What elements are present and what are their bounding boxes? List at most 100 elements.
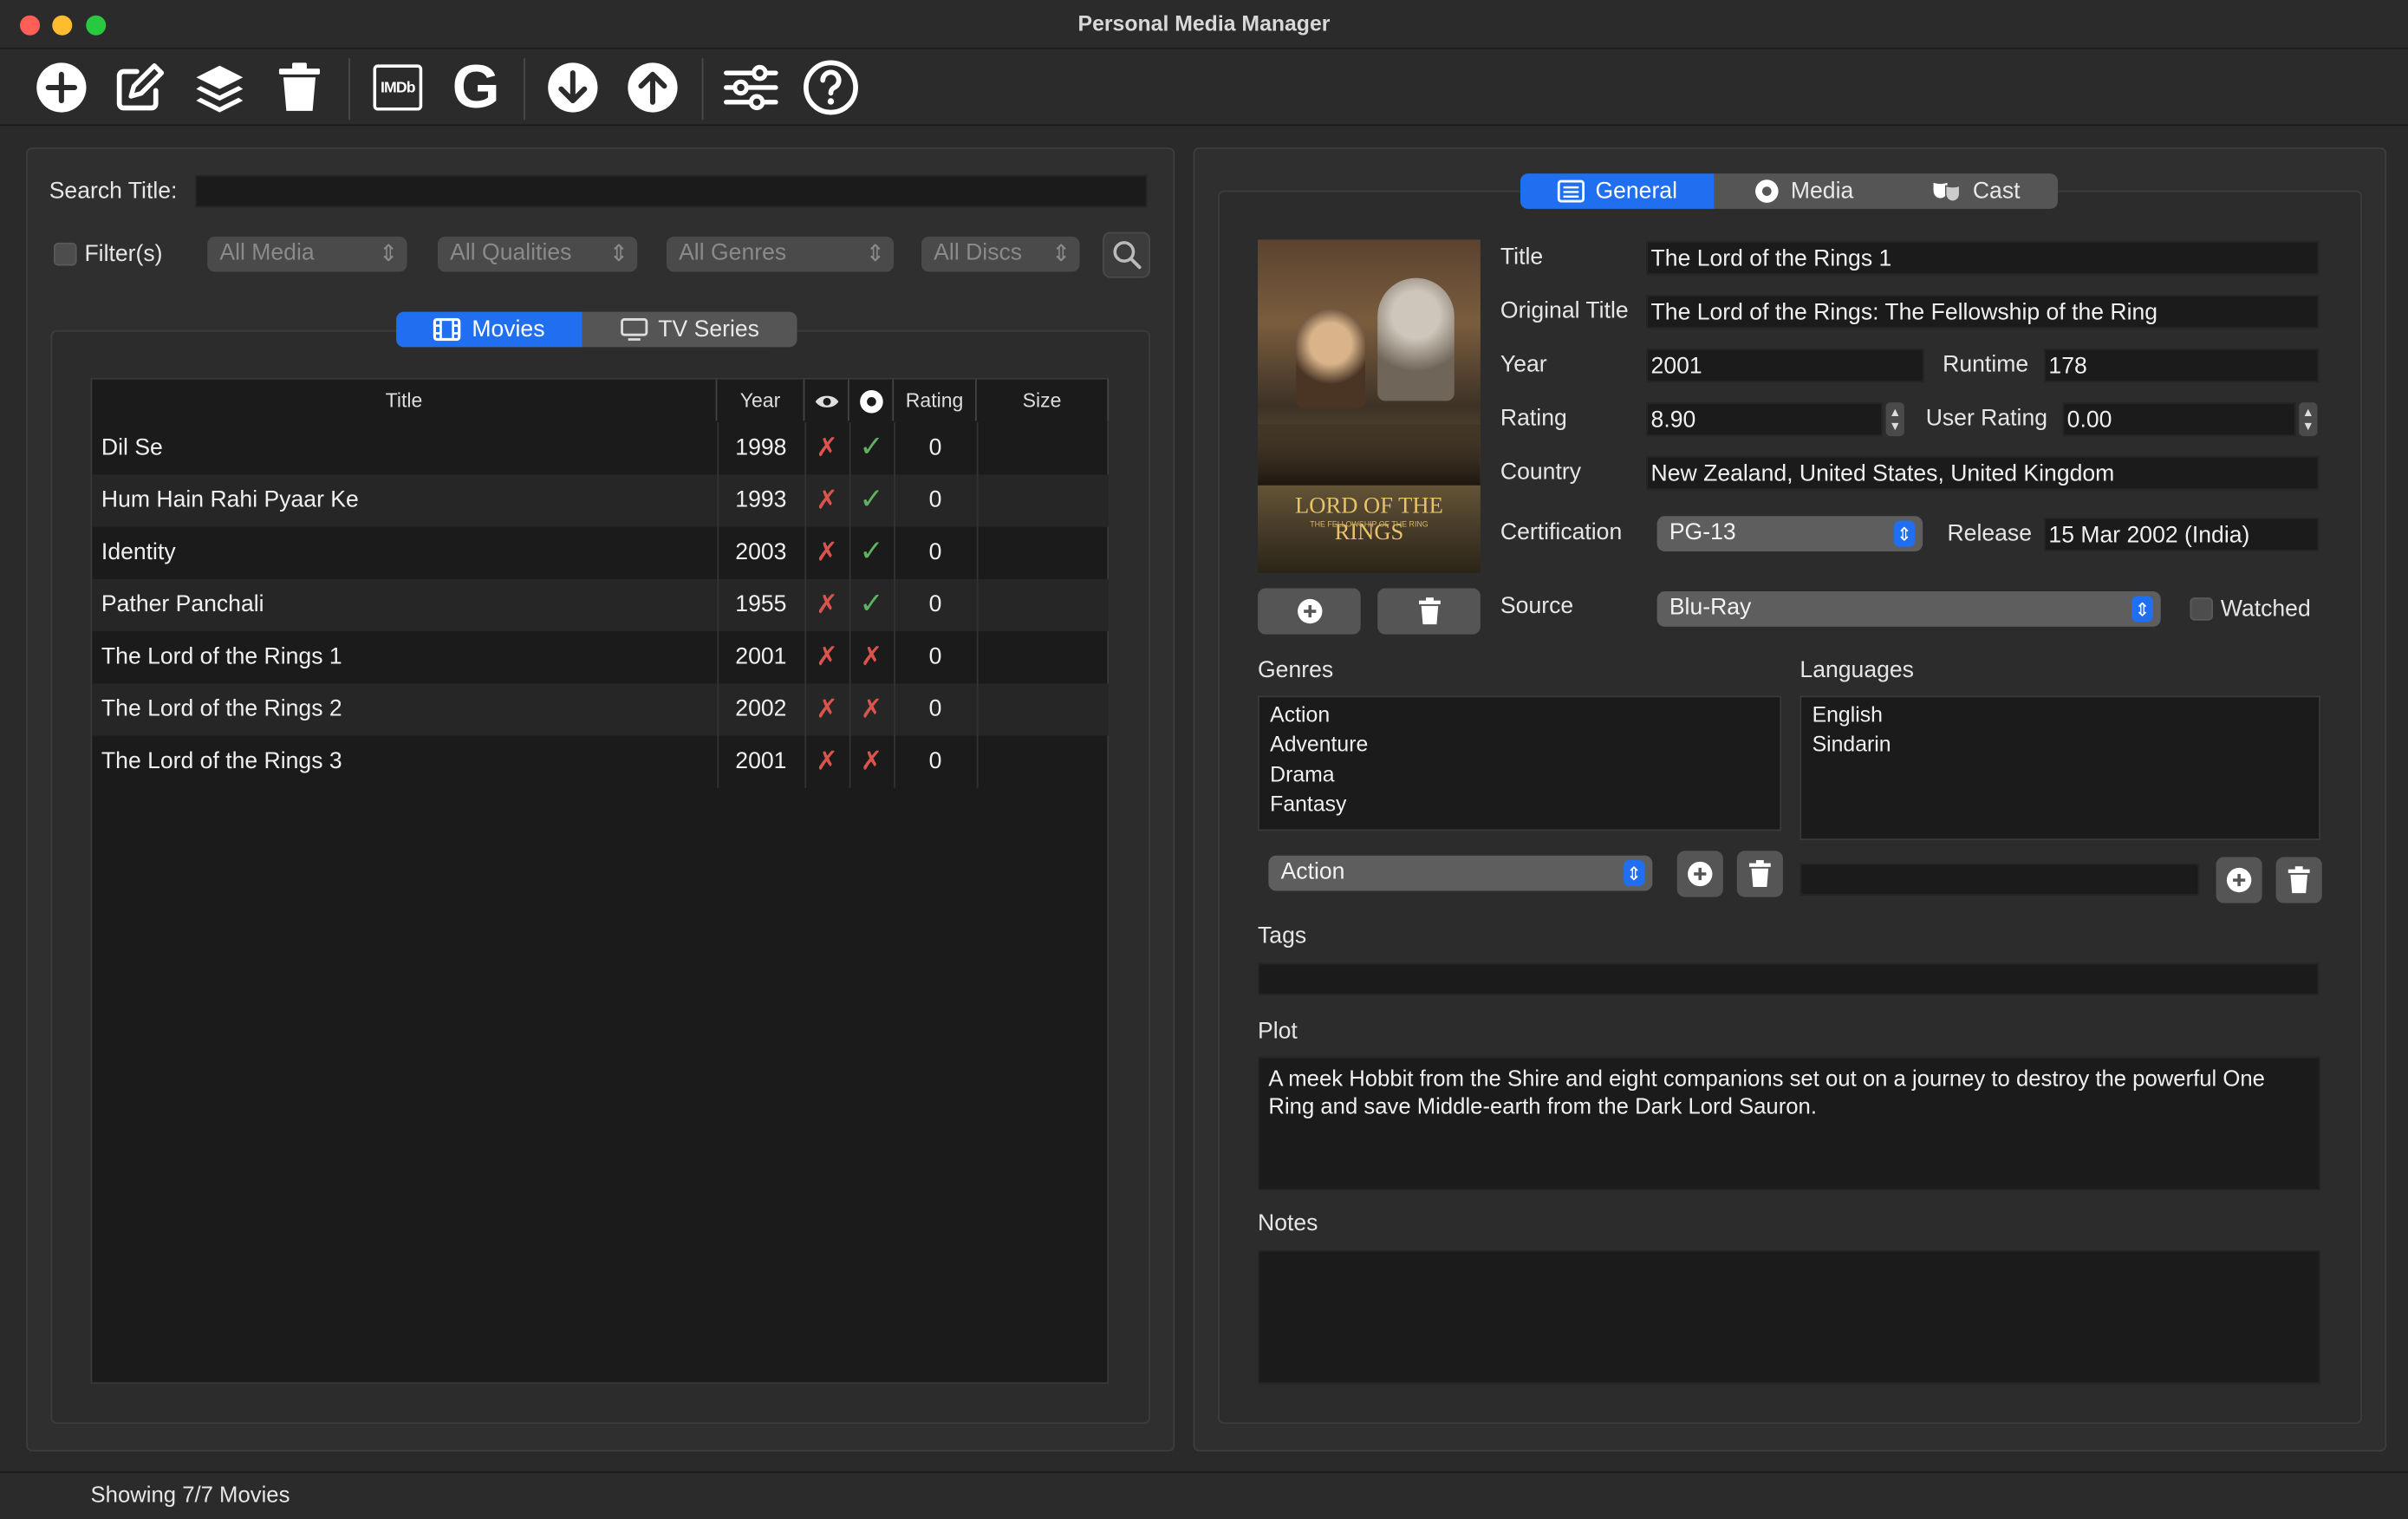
updown-arrows-icon: ⇕	[2131, 596, 2153, 623]
cell-disc-check-icon: ✓	[859, 484, 884, 517]
cell-disc-cross-icon: ✗	[860, 642, 883, 672]
genres-list[interactable]: Action Adventure Drama Fantasy	[1258, 695, 1782, 831]
question-circle-icon	[804, 60, 858, 115]
batch-button[interactable]	[189, 57, 251, 119]
add-button[interactable]	[30, 57, 92, 119]
notes-textarea[interactable]	[1258, 1250, 2321, 1385]
add-genre-button[interactable]	[1676, 851, 1723, 897]
list-item[interactable]: Fantasy	[1259, 789, 1780, 818]
certification-value: PG-13	[1669, 518, 1736, 545]
status-bar	[0, 1471, 2408, 1519]
toolbar-separator	[524, 58, 525, 121]
languages-list[interactable]: English Sindarin	[1799, 695, 2321, 841]
film-icon	[433, 317, 461, 342]
chevron-up-icon: ▲	[1889, 405, 1902, 420]
tab-media[interactable]: Media	[1714, 173, 1893, 209]
column-header-title[interactable]: Title	[92, 379, 718, 421]
genre-select[interactable]: Action ⇕	[1268, 855, 1653, 891]
settings-button[interactable]	[720, 57, 782, 119]
quality-filter-value: All Qualities	[450, 239, 572, 266]
cell-watched-cross-icon: ✗	[816, 433, 838, 463]
tab-media-label: Media	[1790, 178, 1854, 205]
delete-button[interactable]	[269, 57, 330, 119]
cell-rating: 0	[928, 695, 942, 722]
user-rating-label: User Rating	[1925, 405, 2048, 432]
google-icon: G	[452, 54, 500, 121]
release-field[interactable]: 15 Mar 2002 (India)	[2044, 518, 2320, 551]
original-title-field[interactable]: The Lord of the Rings: The Fellowship of…	[1646, 295, 2320, 329]
column-header-disc[interactable]	[849, 379, 895, 421]
source-select[interactable]: Blu-Ray ⇕	[1656, 591, 2161, 627]
table-row[interactable]: The Lord of the Rings 1 2001 ✗ ✗ 0	[92, 631, 1109, 683]
filter-checkbox[interactable]	[54, 242, 77, 266]
cell-watched-cross-icon: ✗	[816, 538, 838, 567]
export-button[interactable]	[622, 57, 684, 119]
watched-checkbox[interactable]	[2190, 597, 2213, 621]
tags-field[interactable]	[1258, 962, 2320, 995]
remove-genre-button[interactable]	[1736, 851, 1783, 897]
poster-figure	[1377, 277, 1455, 401]
column-header-watched[interactable]	[804, 379, 849, 421]
updown-arrows-icon: ⇕	[1623, 860, 1645, 887]
title-field[interactable]: The Lord of the Rings 1	[1646, 241, 2320, 276]
disc-filter-select[interactable]: All Discs ⇕	[921, 236, 1080, 272]
tab-general[interactable]: General	[1520, 173, 1715, 209]
quality-filter-select[interactable]: All Qualities ⇕	[437, 236, 638, 272]
google-button[interactable]: G	[446, 57, 507, 119]
filter-search-button[interactable]	[1103, 231, 1150, 278]
table-row[interactable]: The Lord of the Rings 3 2001 ✗ ✗ 0	[92, 736, 1109, 788]
movies-table[interactable]: Title Year Rating Size Dil Se 1998 ✗ ✓ 0…	[90, 377, 1110, 1385]
imdb-button[interactable]: IMDb	[367, 57, 428, 119]
search-input[interactable]	[195, 174, 1148, 208]
certification-select[interactable]: PG-13 ⇕	[1656, 516, 1923, 551]
table-row[interactable]: Hum Hain Rahi Pyaar Ke 1993 ✗ ✓ 0	[92, 474, 1110, 527]
poster-figure	[1296, 309, 1366, 409]
updown-arrows-icon: ⇕	[1051, 240, 1071, 267]
user-rating-field[interactable]: 0.00	[2062, 402, 2296, 437]
cell-watched-cross-icon: ✗	[816, 590, 838, 619]
trash-icon	[1418, 597, 1440, 625]
edit-button[interactable]	[109, 57, 171, 119]
help-button[interactable]	[800, 57, 862, 119]
rating-field[interactable]: 8.90	[1646, 402, 1884, 437]
tab-tv-series[interactable]: TV Series	[582, 312, 797, 348]
cell-size	[977, 579, 1109, 631]
add-poster-button[interactable]	[1258, 588, 1361, 635]
year-field[interactable]: 2001	[1646, 349, 1924, 383]
cell-title: Identity	[101, 538, 176, 565]
imdb-icon: IMDb	[373, 64, 423, 111]
table-row[interactable]: Identity 2003 ✗ ✓ 0	[92, 527, 1109, 579]
cell-size	[977, 683, 1109, 735]
tab-movies[interactable]: Movies	[396, 311, 582, 348]
column-header-size[interactable]: Size	[977, 379, 1110, 421]
import-button[interactable]	[542, 57, 603, 119]
title-label: Title	[1500, 244, 1544, 271]
country-field[interactable]: New Zealand, United States, United Kingd…	[1646, 456, 2320, 491]
plot-textarea[interactable]: A meek Hobbit from the Shire and eight c…	[1258, 1056, 2321, 1190]
column-header-year[interactable]: Year	[717, 379, 805, 421]
updown-arrows-icon: ⇕	[609, 240, 629, 267]
runtime-field[interactable]: 178	[2044, 349, 2320, 383]
list-item[interactable]: English	[1801, 701, 2319, 730]
source-label: Source	[1500, 592, 1574, 619]
certification-label: Certification	[1500, 518, 1623, 545]
list-item[interactable]: Action	[1259, 701, 1780, 730]
user-rating-stepper[interactable]: ▲ ▼	[2299, 402, 2318, 437]
language-input[interactable]	[1799, 863, 2200, 896]
table-row[interactable]: Dil Se 1998 ✗ ✓ 0	[92, 422, 1109, 474]
list-item[interactable]: Adventure	[1259, 730, 1780, 760]
remove-language-button[interactable]	[2275, 857, 2322, 903]
table-row[interactable]: Pather Panchali 1955 ✗ ✓ 0	[92, 578, 1110, 632]
add-language-button[interactable]	[2216, 857, 2262, 903]
media-filter-select[interactable]: All Media ⇕	[207, 236, 407, 272]
list-item[interactable]: Drama	[1259, 760, 1780, 789]
column-header-rating[interactable]: Rating	[894, 379, 977, 421]
table-row[interactable]: The Lord of the Rings 2 2002 ✗ ✗ 0	[92, 683, 1110, 736]
tab-cast[interactable]: Cast	[1893, 173, 2058, 209]
remove-poster-button[interactable]	[1377, 588, 1481, 635]
list-item[interactable]: Sindarin	[1801, 730, 2319, 760]
rating-stepper[interactable]: ▲ ▼	[1885, 402, 1904, 437]
genre-filter-select[interactable]: All Genres ⇕	[666, 236, 895, 272]
cell-rating: 0	[928, 538, 942, 565]
cell-title: The Lord of the Rings 1	[101, 643, 342, 670]
